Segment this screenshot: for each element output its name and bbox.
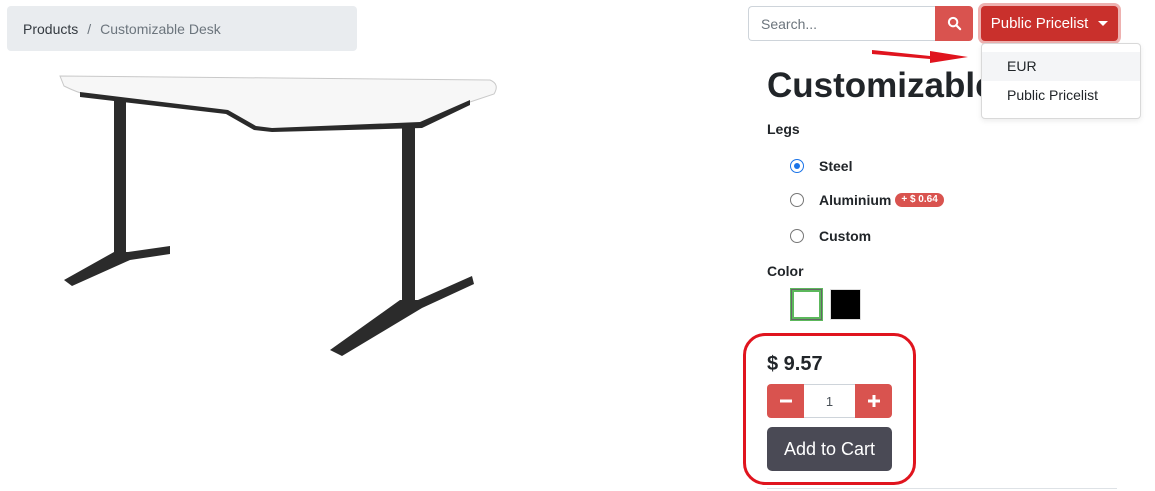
section-divider <box>767 488 1117 489</box>
annotation-arrow-icon <box>872 50 968 63</box>
plus-icon <box>867 395 880 407</box>
product-price: $ 9.57 <box>767 353 823 375</box>
legs-steel-radio[interactable] <box>790 159 804 173</box>
legs-aluminium-label[interactable]: Aluminium <box>819 192 891 208</box>
quantity-decrease-button[interactable] <box>767 384 804 418</box>
product-image <box>59 75 497 356</box>
search-icon <box>947 16 961 31</box>
product-title: Customizable <box>767 66 995 105</box>
search-button[interactable] <box>935 6 973 41</box>
legs-option-aluminium[interactable]: Aluminium + $ 0.64 <box>790 190 944 210</box>
quantity-input[interactable] <box>804 384 855 418</box>
quantity-increase-button[interactable] <box>855 384 892 418</box>
legs-option-steel[interactable]: Steel <box>790 156 852 176</box>
legs-custom-radio[interactable] <box>790 229 804 243</box>
breadcrumb-current: Customizable Desk <box>100 20 221 37</box>
legs-option-custom[interactable]: Custom <box>790 226 871 246</box>
caret-down-icon <box>1098 21 1109 26</box>
color-swatch-white[interactable] <box>790 288 823 321</box>
add-to-cart-button[interactable]: Add to Cart <box>767 427 892 471</box>
legs-steel-label[interactable]: Steel <box>819 158 852 174</box>
breadcrumb: Products / Customizable Desk <box>7 6 357 51</box>
breadcrumb-products-link[interactable]: Products <box>23 21 78 37</box>
pricelist-option-public[interactable]: Public Pricelist <box>982 81 1140 110</box>
color-attribute-label: Color <box>767 263 804 279</box>
legs-attribute-label: Legs <box>767 121 800 137</box>
legs-custom-label[interactable]: Custom <box>819 228 871 244</box>
pricelist-option-eur[interactable]: EUR <box>982 52 1140 81</box>
search-input[interactable] <box>748 6 935 41</box>
pricelist-dropdown-button[interactable]: Public Pricelist <box>981 6 1118 41</box>
breadcrumb-separator: / <box>87 20 92 37</box>
pricelist-dropdown-menu: EUR Public Pricelist <box>981 43 1141 119</box>
legs-aluminium-radio[interactable] <box>790 193 804 207</box>
pricelist-label: Public Pricelist <box>990 15 1089 32</box>
color-swatch-black[interactable] <box>830 289 861 320</box>
price-extra-badge: + $ 0.64 <box>895 193 944 207</box>
minus-icon <box>779 399 792 403</box>
